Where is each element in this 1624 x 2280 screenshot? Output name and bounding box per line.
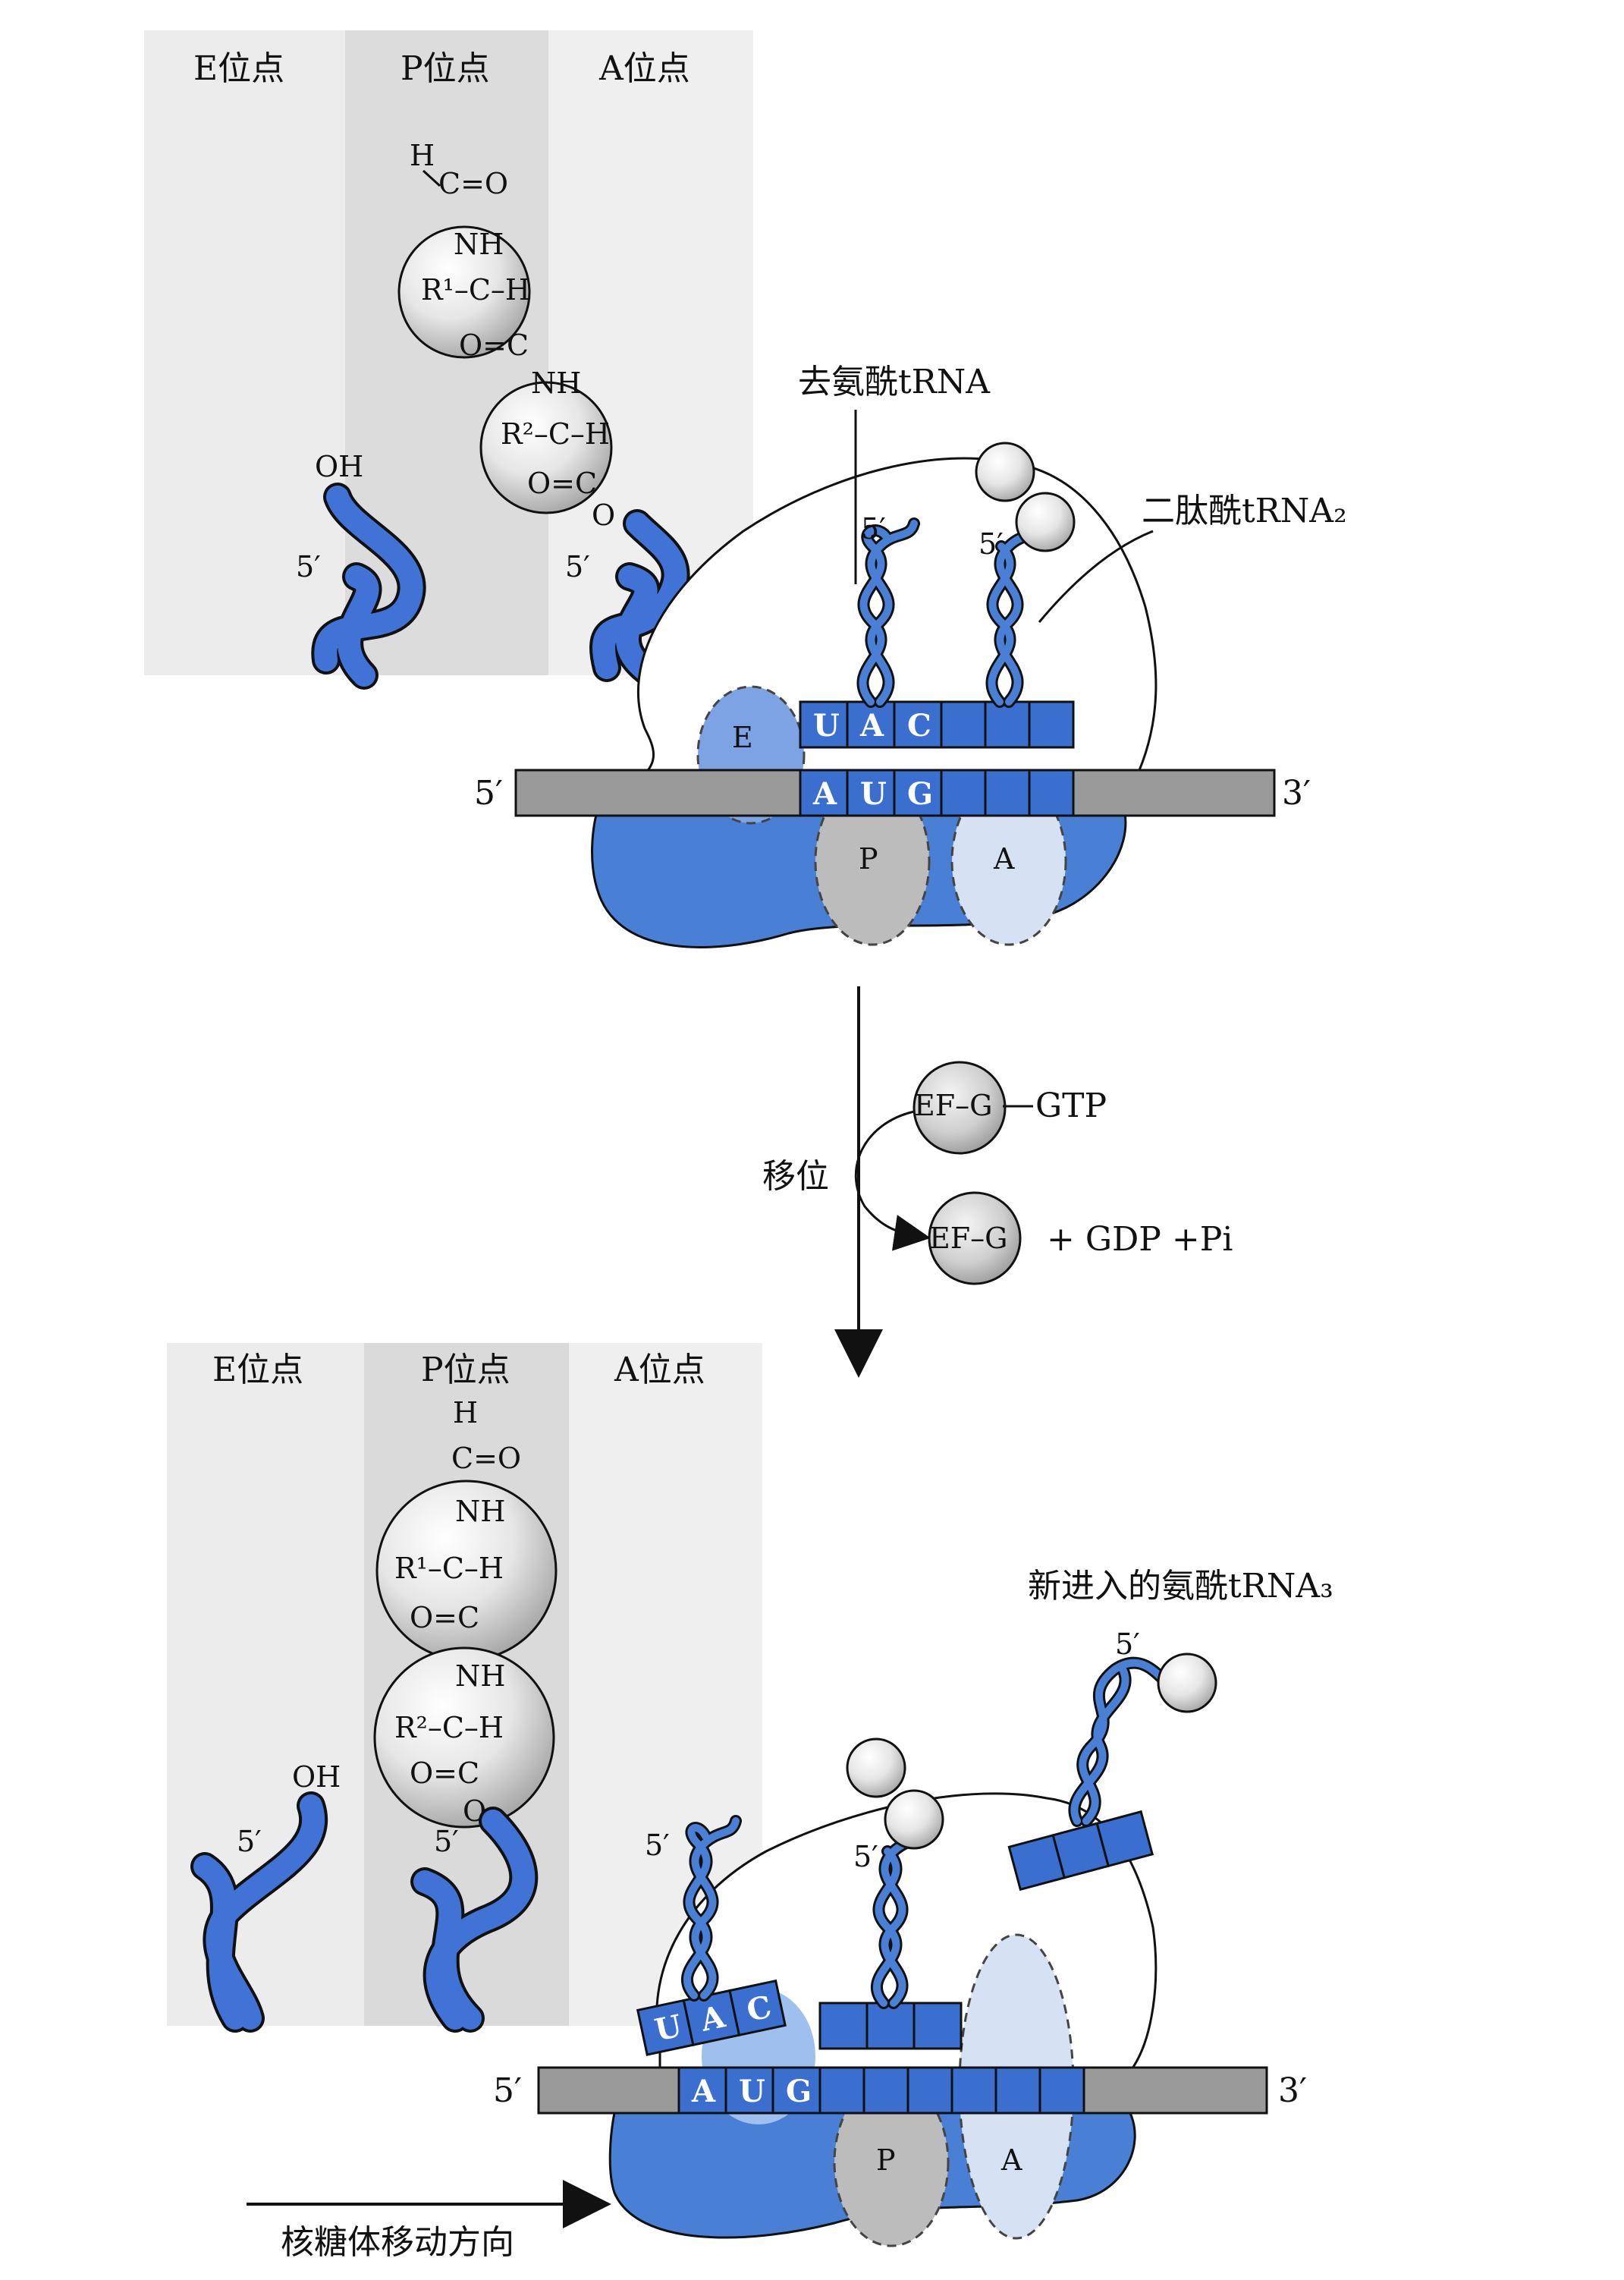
top-anticodon-row: U A C <box>799 700 1075 749</box>
a-site-header: A位点 <box>598 49 690 88</box>
formyl-h: H <box>410 139 435 172</box>
r1-group: R¹–C–H <box>421 273 530 307</box>
oh-label: OH <box>315 450 363 483</box>
bottom-mrna-3prime: 3′ <box>1278 2071 1307 2110</box>
incoming-trna-5prime: 5′ <box>1115 1627 1140 1661</box>
r2-group: R²–C–H <box>501 417 610 451</box>
bottom-e-trna-5prime: 5′ <box>645 1829 670 1862</box>
top-e-site-label: E <box>732 721 753 754</box>
r1-group-bottom: R¹–C–H <box>394 1552 504 1585</box>
direction-label: 核糖体移动方向 <box>281 2223 514 2262</box>
top-p-site-label: P <box>859 842 878 876</box>
translocation-label: 移位 <box>762 1157 829 1196</box>
ef-g-curved-arrow <box>854 1110 931 1251</box>
e-five-prime-bottom: 5′ <box>237 1825 262 1858</box>
formyl-co-bottom: C=O <box>451 1442 521 1475</box>
co-2-bottom: O=C <box>410 1756 479 1790</box>
co-1-bottom: O=C <box>410 1601 479 1634</box>
incoming-trna-outline <box>1068 1656 1170 1827</box>
top-codon-2: U <box>860 776 887 812</box>
e-site-header-bottom: E位点 <box>212 1351 303 1389</box>
bottom-codon-3: G <box>786 2074 812 2109</box>
top-a-trna-5prime: 5′ <box>978 527 1004 561</box>
e-site-header: E位点 <box>193 49 284 88</box>
top-codon-row: A U G <box>799 769 1075 817</box>
translocation-step: 移位 EF–G GTP EF–G + GDP +Pi <box>762 986 1233 1378</box>
p-five-prime-bottom: 5′ <box>434 1825 459 1858</box>
translation-translocation-diagram: E位点 P位点 A位点 H C=O NH R¹–C–H O=C NH R²–C–… <box>0 0 1624 2276</box>
gtp-label: GTP <box>1035 1087 1107 1125</box>
ef-g-top: EF–G <box>914 1089 992 1122</box>
bottom-aa-ball-1 <box>846 1738 906 1798</box>
label-dipeptidyl-trna: 二肽酰tRNA₂ <box>1142 492 1347 530</box>
p-site-header: P位点 <box>401 49 490 88</box>
bottom-p-trna-5prime: 5′ <box>853 1840 878 1873</box>
bottom-p-site-label: P <box>876 2143 896 2177</box>
top-aa-ball-2 <box>1015 492 1076 552</box>
top-p-trna-5prime: 5′ <box>861 512 886 546</box>
a-site-header-bottom: A位点 <box>614 1351 705 1389</box>
top-anticodon-3: C <box>907 708 931 744</box>
e-five-prime: 5′ <box>296 550 321 583</box>
top-anticodon-2: A <box>859 708 884 744</box>
formyl-h-bottom: H <box>453 1396 478 1429</box>
nh-1-bottom: NH <box>455 1495 505 1528</box>
top-aa-ball-1 <box>975 442 1035 502</box>
bottom-codon-1: A <box>691 2074 716 2109</box>
bottom-p-anticodon <box>818 2002 963 2050</box>
nh-2: NH <box>531 366 581 400</box>
bottom-site-panel: E位点 P位点 A位点 H C=O NH R¹–C–H O=C NH R²–C–… <box>167 1343 762 2033</box>
top-site-panel: E位点 P位点 A位点 H C=O NH R¹–C–H O=C NH R²–C–… <box>144 30 753 690</box>
r2-group-bottom: R²–C–H <box>394 1711 504 1744</box>
p-five-prime: 5′ <box>565 550 590 583</box>
ef-g-bottom: EF–G <box>929 1222 1007 1255</box>
bottom-codon-row: A U G <box>677 2066 1085 2115</box>
top-anticodon-1: U <box>813 708 840 744</box>
incoming-aa-ball <box>1157 1653 1217 1713</box>
top-codon-3: G <box>907 776 933 812</box>
diagram-canvas: E位点 P位点 A位点 H C=O NH R¹–C–H O=C NH R²–C–… <box>144 30 1347 2262</box>
co-2: O=C <box>527 467 597 500</box>
formyl-co: C=O <box>438 167 508 200</box>
bottom-a-site-label: A <box>1000 2143 1022 2177</box>
top-mrna-3prime: 3′ <box>1282 774 1311 813</box>
label-deacyl-trna: 去氨酰tRNA <box>798 363 991 401</box>
oh-label-bottom: OH <box>292 1760 341 1794</box>
bottom-aa-ball-2 <box>884 1789 944 1850</box>
bottom-mrna-5prime: 5′ <box>493 2071 522 2110</box>
top-a-site-label: A <box>993 842 1015 876</box>
label-incoming-trna: 新进入的氨酰tRNA₃ <box>1028 1567 1333 1605</box>
nh-2-bottom: NH <box>455 1659 505 1693</box>
gdp-pi-label: + GDP +Pi <box>1047 1220 1233 1259</box>
nh-1: NH <box>454 228 504 261</box>
ester-o: O <box>592 498 615 532</box>
top-codon-1: A <box>812 776 837 812</box>
co-1: O=C <box>459 329 529 362</box>
p-site-header-bottom: P位点 <box>421 1351 510 1389</box>
bottom-codon-2: U <box>739 2074 765 2109</box>
top-mrna-5prime: 5′ <box>474 774 503 813</box>
